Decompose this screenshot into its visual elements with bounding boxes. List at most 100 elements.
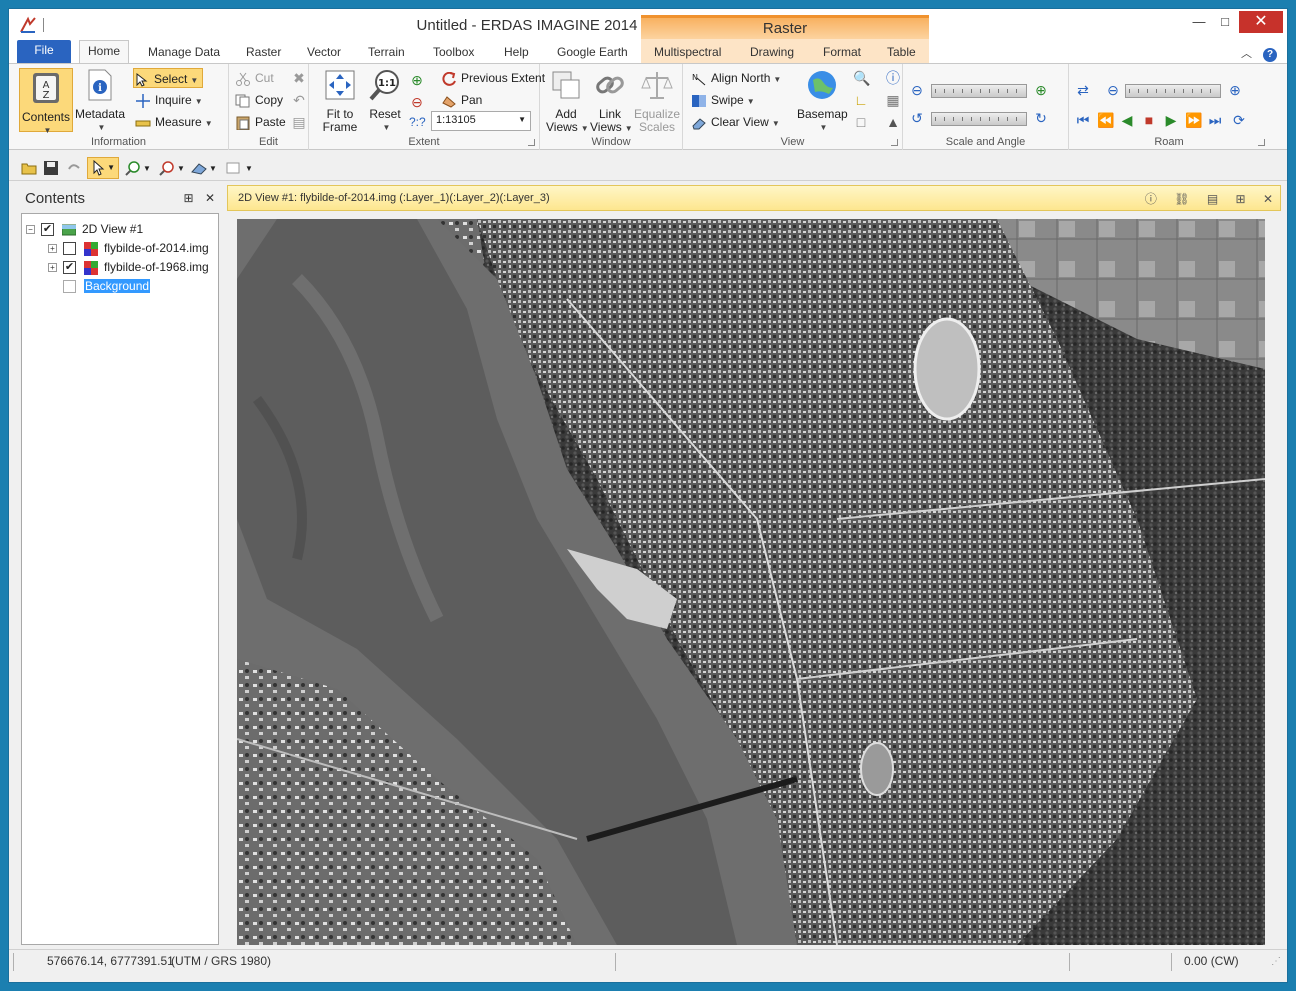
- pan-toolbar-icon[interactable]: [191, 160, 207, 176]
- zoom-in-scale-icon[interactable]: ⊕: [1033, 82, 1049, 98]
- equalize-scales-button[interactable]: Equalize Scales: [634, 68, 680, 134]
- collapse-ribbon-icon[interactable]: ︿: [1241, 48, 1252, 60]
- corner-marker-icon[interactable]: ∟: [853, 92, 869, 108]
- checkbox-flybilde-1968[interactable]: ✔: [63, 261, 76, 275]
- info-icon[interactable]: ⓘ: [885, 70, 901, 86]
- fit-to-frame-button[interactable]: Fit to Frame: [315, 68, 365, 134]
- undo-toolbar-icon[interactable]: [65, 160, 81, 176]
- copy-button[interactable]: Copy: [235, 90, 283, 110]
- roam-speed-slider[interactable]: [1125, 84, 1221, 98]
- view-dialog-launcher[interactable]: [891, 139, 898, 146]
- expand-icon[interactable]: +: [48, 244, 57, 254]
- undo-icon[interactable]: ↶: [291, 92, 307, 108]
- align-north-button[interactable]: N Align North ▼: [691, 68, 781, 88]
- contents-button[interactable]: A Z Contents ▼: [19, 68, 73, 135]
- roam-step-forward-icon[interactable]: ⏩: [1185, 112, 1202, 128]
- resize-grip-icon[interactable]: ⋰: [1271, 956, 1281, 967]
- map-canvas[interactable]: [237, 219, 1265, 945]
- swipe-button[interactable]: Swipe ▼: [691, 90, 755, 110]
- view-link-icon[interactable]: ⛓: [1174, 192, 1189, 206]
- add-views-button[interactable]: Add Views ▼: [546, 68, 589, 135]
- extent-dialog-launcher[interactable]: [528, 139, 535, 146]
- roam-options-icon[interactable]: ⟳: [1231, 112, 1247, 128]
- tab-format[interactable]: Format: [815, 42, 869, 63]
- zoom-in-icon[interactable]: ⊕: [409, 72, 425, 88]
- zoom-in-toolbar-icon[interactable]: [125, 160, 141, 176]
- grid-icon[interactable]: ▦: [885, 92, 901, 108]
- tree-item-background[interactable]: Background: [63, 277, 151, 295]
- help-icon[interactable]: ?: [1263, 48, 1277, 62]
- tree-item-2d-view[interactable]: − ✔ 2D View #1: [26, 220, 143, 238]
- view-pin-icon[interactable]: ⊞: [1236, 192, 1246, 206]
- pan-button[interactable]: Pan: [441, 90, 482, 110]
- paste-special-icon[interactable]: ▤: [291, 114, 307, 130]
- tree-item-flybilde-2014[interactable]: + flybilde-of-2014.img: [48, 239, 209, 257]
- tab-terrain[interactable]: Terrain: [360, 42, 413, 63]
- tab-home[interactable]: Home: [79, 40, 130, 63]
- roam-dialog-launcher[interactable]: [1258, 139, 1265, 146]
- link-views-button[interactable]: Link Views ▼: [590, 68, 633, 135]
- select-dropdown-icon[interactable]: ▼: [190, 76, 198, 85]
- roam-first-icon[interactable]: ⏮: [1075, 112, 1091, 128]
- layer-options-dropdown-icon[interactable]: ▼: [245, 164, 253, 173]
- pin-icon[interactable]: ⊞: [184, 191, 194, 205]
- roam-play-icon[interactable]: ▶: [1163, 112, 1179, 128]
- pan-dropdown-icon[interactable]: ▼: [209, 164, 217, 173]
- paste-button[interactable]: Paste: [235, 112, 286, 132]
- tab-help[interactable]: Help: [496, 42, 537, 63]
- tab-drawing[interactable]: Drawing: [742, 42, 802, 63]
- scale-combo[interactable]: 1:13105 ▼: [431, 111, 531, 131]
- tab-toolbox[interactable]: Toolbox: [425, 42, 482, 63]
- checkbox-flybilde-2014[interactable]: [63, 242, 76, 256]
- scale-query-button[interactable]: ?:?: [409, 112, 426, 132]
- roam-stop-icon[interactable]: ■: [1141, 112, 1157, 128]
- basemap-button[interactable]: Basemap ▼: [797, 68, 848, 134]
- measure-button[interactable]: Measure ▼: [135, 112, 213, 132]
- tab-file[interactable]: File: [17, 40, 71, 63]
- roam-settings-icon[interactable]: ⊕: [1227, 82, 1243, 98]
- tree-item-flybilde-1968[interactable]: + ✔ flybilde-of-1968.img: [48, 258, 209, 276]
- inquire-button[interactable]: Inquire ▼: [135, 90, 203, 110]
- select-button[interactable]: Select ▼: [133, 68, 204, 88]
- tab-manage-data[interactable]: Manage Data: [140, 42, 228, 63]
- checkbox-background[interactable]: [63, 280, 76, 294]
- tab-multispectral[interactable]: Multispectral: [646, 42, 729, 63]
- close-button[interactable]: ✕: [1239, 11, 1283, 33]
- collapse-icon[interactable]: −: [26, 225, 35, 235]
- layer-options-icon[interactable]: [225, 160, 241, 176]
- triangle-icon[interactable]: ▲: [885, 114, 901, 130]
- checkbox-2d-view[interactable]: ✔: [41, 223, 54, 237]
- save-icon[interactable]: [43, 160, 59, 176]
- minimize-button[interactable]: —: [1185, 11, 1213, 33]
- rotate-right-icon[interactable]: ↻: [1033, 110, 1049, 126]
- rotate-left-icon[interactable]: ↺: [909, 110, 925, 126]
- clear-view-button[interactable]: Clear View ▼: [691, 112, 780, 132]
- tab-vector[interactable]: Vector: [299, 42, 349, 63]
- select-tool-toggle[interactable]: ▼: [87, 157, 119, 179]
- delete-icon[interactable]: ✖: [291, 70, 307, 86]
- roam-direction-icon[interactable]: ⇄: [1075, 82, 1091, 98]
- scale-slider[interactable]: [931, 84, 1027, 98]
- expand-icon[interactable]: +: [48, 263, 57, 273]
- metadata-button[interactable]: i Metadata ▼: [73, 68, 127, 134]
- roam-speed-icon[interactable]: ⊖: [1105, 82, 1121, 98]
- tab-google-earth[interactable]: Google Earth: [549, 42, 636, 63]
- maximize-button[interactable]: □: [1211, 11, 1239, 33]
- tab-raster[interactable]: Raster: [238, 42, 289, 63]
- tab-table[interactable]: Table: [879, 42, 924, 63]
- cut-button[interactable]: Cut: [235, 68, 274, 88]
- view-layers-icon[interactable]: ▤: [1207, 192, 1218, 206]
- magnifier-icon[interactable]: 🔍: [853, 70, 870, 86]
- roam-step-back-icon[interactable]: ⏪: [1097, 112, 1114, 128]
- zoom-out-icon[interactable]: ⊖: [409, 94, 425, 110]
- zoom-out-scale-icon[interactable]: ⊖: [909, 82, 925, 98]
- view-close-icon[interactable]: ✕: [1263, 192, 1273, 206]
- reset-button[interactable]: 1:1 Reset ▼: [365, 68, 405, 134]
- roam-play-back-icon[interactable]: ◀: [1119, 112, 1135, 128]
- roam-last-icon[interactable]: ⏭: [1207, 112, 1223, 128]
- contents-close-icon[interactable]: ✕: [205, 191, 215, 205]
- previous-extent-button[interactable]: Previous Extent: [441, 68, 545, 88]
- zoom-out-dropdown-icon[interactable]: ▼: [177, 164, 185, 173]
- zoom-in-dropdown-icon[interactable]: ▼: [143, 164, 151, 173]
- frame-icon[interactable]: □: [853, 114, 869, 130]
